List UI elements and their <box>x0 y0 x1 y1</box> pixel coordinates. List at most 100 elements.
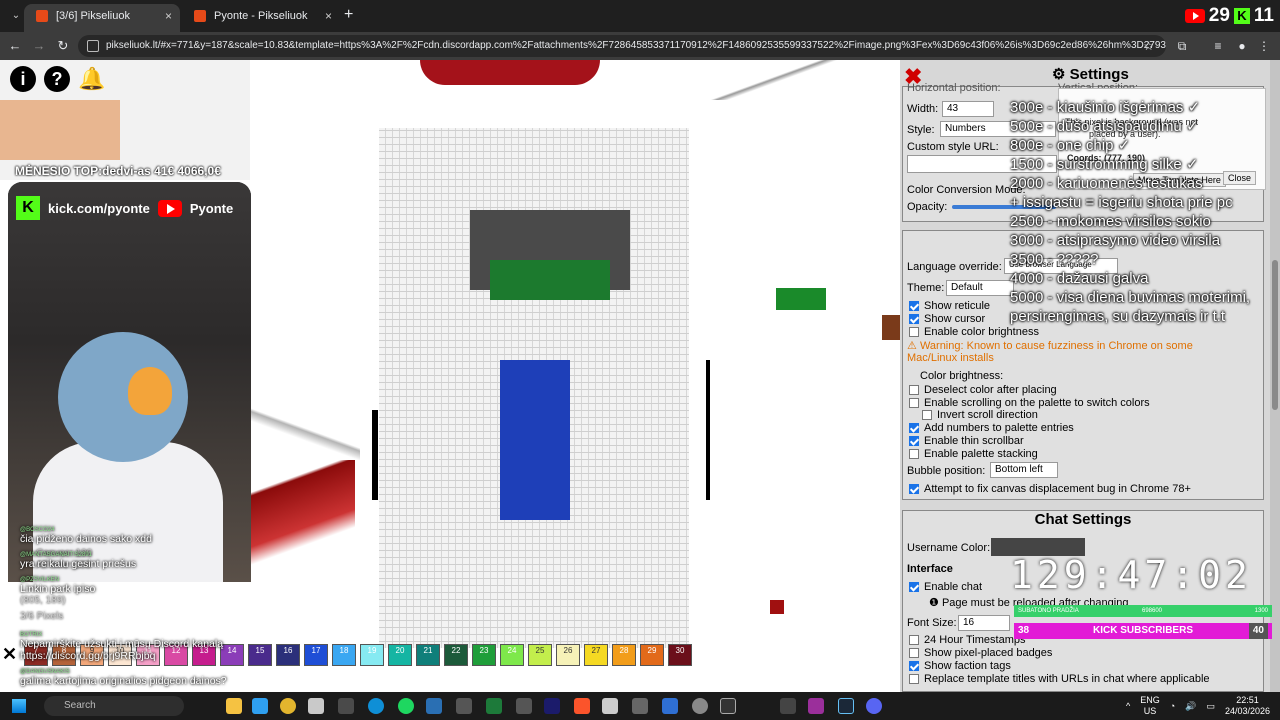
notifications-bell-icon[interactable]: 🔔 <box>78 66 105 92</box>
battery-icon[interactable]: ▭ <box>1206 701 1215 712</box>
faction-tags-checkbox[interactable] <box>909 661 919 672</box>
volume-icon[interactable]: 🔊 <box>1185 701 1196 712</box>
steam-icon[interactable] <box>838 698 854 714</box>
palette-swatch[interactable]: 17 <box>304 644 328 666</box>
timestamps-option[interactable]: 24 Hour Timestamps <box>909 634 1025 646</box>
brave-icon[interactable] <box>574 698 590 714</box>
help-icon[interactable]: ? <box>44 66 70 92</box>
width-input[interactable]: 43 <box>942 101 994 117</box>
color-brightness-option[interactable]: Enable color brightness <box>909 326 1039 338</box>
show-reticule-checkbox[interactable] <box>909 301 919 312</box>
notepad-icon[interactable] <box>662 698 678 714</box>
pixel-badges-checkbox[interactable] <box>909 648 919 659</box>
chevron-up-icon[interactable]: ^ <box>1126 701 1130 711</box>
app-icon[interactable] <box>808 698 824 714</box>
palette-stacking-checkbox[interactable] <box>909 449 919 460</box>
discord-icon[interactable] <box>866 698 882 714</box>
photos-icon[interactable] <box>426 698 442 714</box>
pixel-badges-option[interactable]: Show pixel-placed badges <box>909 647 1052 659</box>
replace-titles-option[interactable]: Replace template titles with URLs in cha… <box>909 673 1210 685</box>
menu-icon[interactable]: ⋮ <box>1256 38 1272 54</box>
palette-swatch[interactable]: 29 <box>640 644 664 666</box>
chrome-icon[interactable] <box>280 698 296 714</box>
fix-canvas-option[interactable]: Attempt to fix canvas displacement bug i… <box>909 483 1191 495</box>
palette-swatch[interactable]: 24 <box>500 644 524 666</box>
palette-swatch[interactable]: 26 <box>556 644 580 666</box>
fix-canvas-checkbox[interactable] <box>909 484 919 495</box>
palette-swatch[interactable]: 21 <box>416 644 440 666</box>
invert-scroll-option[interactable]: Invert scroll direction <box>922 409 1038 421</box>
forward-icon[interactable]: → <box>30 37 48 55</box>
app-icon[interactable] <box>692 698 708 714</box>
invert-scroll-checkbox[interactable] <box>922 410 932 421</box>
info-icon[interactable]: i <box>10 66 36 92</box>
new-tab-button[interactable]: + <box>344 6 353 24</box>
app-icon[interactable] <box>308 698 324 714</box>
palette-swatch[interactable]: 19 <box>360 644 384 666</box>
palette-swatch[interactable]: 18 <box>332 644 356 666</box>
file-explorer-icon[interactable] <box>226 698 242 714</box>
palette-stacking-option[interactable]: Enable palette stacking <box>909 448 1038 460</box>
tab-pikseliuok[interactable]: [3/6] Pikseliuok × <box>24 4 180 32</box>
app-icon[interactable] <box>456 698 472 714</box>
edge-icon[interactable] <box>368 698 384 714</box>
close-palette-icon[interactable]: ✕ <box>2 644 17 665</box>
palette-swatch[interactable]: 22 <box>444 644 468 666</box>
palette-swatch[interactable]: 15 <box>248 644 272 666</box>
palette-swatch[interactable]: 28 <box>612 644 636 666</box>
palette-numbers-option[interactable]: Add numbers to palette entries <box>909 422 1074 434</box>
media-icon[interactable]: ≡ <box>1210 38 1226 54</box>
deselect-option[interactable]: Deselect color after placing <box>909 384 1057 396</box>
clock[interactable]: 22:51 24/03/2026 <box>1225 695 1270 717</box>
enable-chat-option[interactable]: Enable chat <box>909 581 982 593</box>
app-icon[interactable] <box>780 698 796 714</box>
bookmark-star-icon[interactable]: ☆ <box>1143 35 1154 57</box>
palette-scroll-option[interactable]: Enable scrolling on the palette to switc… <box>909 397 1150 409</box>
palette-swatch[interactable]: 30 <box>668 644 692 666</box>
thin-scrollbar-option[interactable]: Enable thin scrollbar <box>909 435 1024 447</box>
app-icon[interactable] <box>516 698 532 714</box>
spotify-icon[interactable] <box>398 698 414 714</box>
premiere-icon[interactable] <box>544 698 560 714</box>
close-tab-icon[interactable]: × <box>325 4 332 28</box>
palette-swatch[interactable]: 27 <box>584 644 608 666</box>
show-cursor-option[interactable]: Show cursor <box>909 313 985 325</box>
close-tab-icon[interactable]: × <box>165 4 172 28</box>
tab-search-icon[interactable]: ⌄ <box>8 8 24 24</box>
bubble-position-select[interactable]: Bottom left <box>990 462 1058 478</box>
deselect-checkbox[interactable] <box>909 385 919 396</box>
theme-select[interactable]: Default <box>946 280 1014 296</box>
faction-tags-option[interactable]: Show faction tags <box>909 660 1011 672</box>
app-icon[interactable] <box>338 698 354 714</box>
language-indicator[interactable]: ENG US <box>1140 695 1160 717</box>
palette-swatch[interactable]: 25 <box>528 644 552 666</box>
extensions-icon[interactable]: ⧉ <box>1174 38 1190 54</box>
tab-pyonte[interactable]: Pyonte - Pikseliuok × <box>182 4 340 32</box>
show-cursor-checkbox[interactable] <box>909 314 919 325</box>
app-icon[interactable] <box>486 698 502 714</box>
enable-chat-checkbox[interactable] <box>909 582 919 593</box>
color-brightness-checkbox[interactable] <box>909 327 919 338</box>
site-info-icon[interactable] <box>87 40 99 52</box>
replace-titles-checkbox[interactable] <box>909 674 919 685</box>
palette-swatch[interactable]: 16 <box>276 644 300 666</box>
show-reticule-option[interactable]: Show reticule <box>909 300 990 312</box>
wifi-icon[interactable]: ◔ <box>1170 701 1175 711</box>
address-bar[interactable]: pikseliuok.lt/#x=771&y=187&scale=10.83&t… <box>78 35 1166 57</box>
timestamps-checkbox[interactable] <box>909 635 919 646</box>
font-size-input[interactable]: 16 <box>958 615 1010 631</box>
palette-swatch[interactable]: 20 <box>388 644 412 666</box>
back-icon[interactable]: ← <box>6 37 24 55</box>
terminal-icon[interactable] <box>720 698 736 714</box>
store-icon[interactable] <box>252 698 268 714</box>
palette-swatch[interactable]: 23 <box>472 644 496 666</box>
palette-numbers-checkbox[interactable] <box>909 423 919 434</box>
profile-icon[interactable]: ● <box>1234 38 1250 54</box>
taskbar-search[interactable]: Search <box>44 696 184 716</box>
app-icon[interactable] <box>632 698 648 714</box>
reload-icon[interactable]: ↻ <box>54 37 72 55</box>
app-icon[interactable] <box>602 698 618 714</box>
windows-start-icon[interactable] <box>12 699 26 713</box>
palette-scroll-checkbox[interactable] <box>909 398 919 409</box>
thin-scrollbar-checkbox[interactable] <box>909 436 919 447</box>
